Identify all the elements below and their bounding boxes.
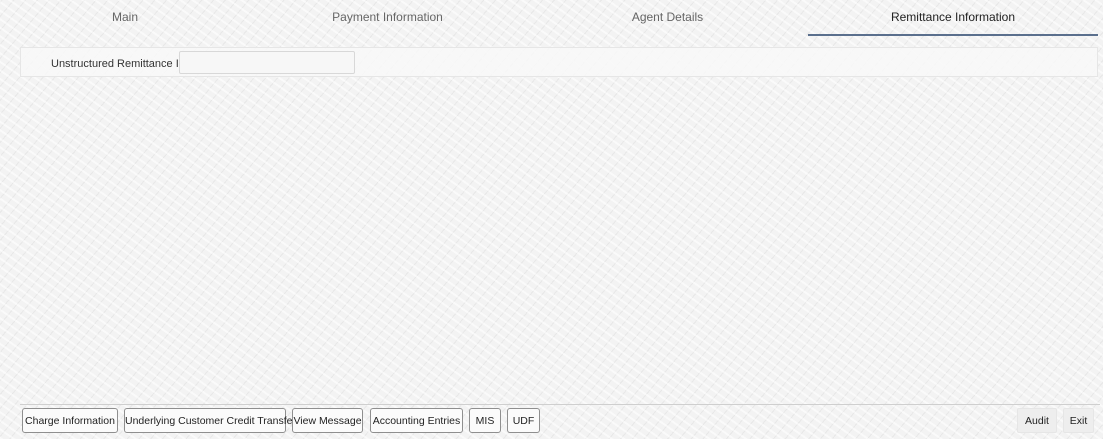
tab-remittance-information[interactable]: Remittance Information — [808, 10, 1098, 36]
remittance-panel: Unstructured Remittance Info — [20, 47, 1098, 77]
tab-agent-details[interactable]: Agent Details — [580, 10, 755, 34]
unstructured-remittance-info-input[interactable] — [179, 51, 355, 74]
tab-payment-information[interactable]: Payment Information — [300, 10, 475, 34]
audit-button[interactable]: Audit — [1017, 408, 1057, 433]
accounting-entries-button[interactable]: Accounting Entries — [370, 408, 463, 433]
tab-bar: Main Payment Information Agent Details R… — [0, 0, 1103, 36]
tab-main[interactable]: Main — [40, 10, 210, 34]
view-message-button[interactable]: View Message — [292, 408, 363, 433]
charge-information-button[interactable]: Charge Information — [22, 408, 118, 433]
unstructured-remittance-info-label: Unstructured Remittance Info — [51, 58, 195, 70]
udf-button[interactable]: UDF — [507, 408, 540, 433]
footer-divider — [20, 404, 1100, 405]
mis-button[interactable]: MIS — [469, 408, 501, 433]
underlying-customer-credit-transfer-button[interactable]: Underlying Customer Credit Transfer — [124, 408, 296, 433]
exit-button[interactable]: Exit — [1063, 408, 1094, 433]
